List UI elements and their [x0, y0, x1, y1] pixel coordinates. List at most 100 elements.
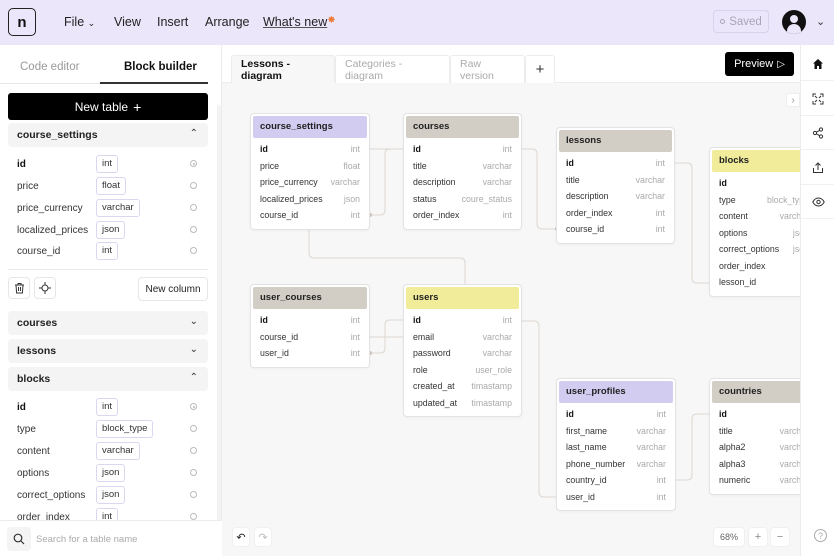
field-type-select[interactable]: float: [96, 177, 126, 195]
table-field-row[interactable]: type block_type: [712, 192, 800, 209]
field-type-select[interactable]: json: [96, 486, 126, 504]
table-field-row[interactable]: course_id int: [253, 329, 367, 346]
zoom-in-button[interactable]: +: [748, 527, 768, 547]
table-field-row[interactable]: order_indexint: [406, 207, 519, 224]
table-field-row[interactable]: course_id int: [253, 207, 367, 224]
accordion-course-settings[interactable]: course_settings ⌃: [8, 123, 208, 147]
table-field-row[interactable]: first_name varchar: [559, 423, 673, 440]
table-field-row[interactable]: phone_number varchar: [559, 456, 673, 473]
table-field-row[interactable]: alpha3 varchar: [712, 456, 800, 473]
share-button[interactable]: [801, 116, 834, 150]
menu-file[interactable]: File ⌄: [64, 15, 95, 29]
table-field-row[interactable]: title varchar: [559, 172, 672, 189]
field-type-select[interactable]: block_type: [96, 420, 154, 438]
table-field-row[interactable]: order_indexint: [559, 205, 672, 222]
table-header[interactable]: lessons: [559, 130, 672, 152]
table-field-row[interactable]: title varchar: [406, 158, 519, 175]
help-icon[interactable]: ?: [814, 529, 827, 542]
tab-lessons-diagram[interactable]: Lessons - diagram: [231, 55, 335, 83]
accordion-blocks[interactable]: blocks ⌃: [8, 367, 208, 391]
new-table-button[interactable]: New table +: [8, 93, 208, 120]
field-type-select[interactable]: json: [96, 464, 126, 482]
field-type-select[interactable]: json: [96, 221, 126, 239]
table-field-row[interactable]: idint: [712, 175, 800, 192]
table-field-row[interactable]: updated_at timastamp: [406, 395, 519, 412]
table-course-settings[interactable]: course_settingsid int price float price_curr…: [250, 113, 370, 230]
primary-key-radio[interactable]: [190, 469, 197, 476]
chevron-right-icon[interactable]: ›: [786, 93, 800, 107]
left-panel-scrollbar[interactable]: [217, 105, 221, 525]
accordion-courses[interactable]: courses ⌄: [8, 311, 208, 335]
search-button[interactable]: [7, 527, 31, 551]
menu-whats-new[interactable]: What's new✸: [263, 15, 336, 29]
table-courses[interactable]: courses id int title varchar description varch…: [403, 113, 522, 230]
menu-view[interactable]: View: [114, 15, 141, 29]
field-type-select[interactable]: varchar: [96, 199, 140, 217]
table-header[interactable]: courses: [406, 116, 519, 138]
table-field-row[interactable]: idint: [712, 406, 800, 423]
locate-table-button[interactable]: [34, 277, 56, 299]
table-field-row[interactable]: localized_prices json: [253, 191, 367, 208]
table-users[interactable]: users id int email varchar password varchar rol…: [403, 284, 522, 417]
tab-block-builder[interactable]: Block builder: [124, 61, 197, 73]
fit-screen-button[interactable]: [801, 82, 834, 116]
table-lessons[interactable]: lessons id int title varchar description varch…: [556, 127, 675, 244]
preview-eye-button[interactable]: [801, 185, 834, 219]
primary-key-radio[interactable]: [190, 513, 197, 520]
export-button[interactable]: [801, 151, 834, 185]
table-field-row[interactable]: created_at timastamp: [406, 378, 519, 395]
field-type-select[interactable]: int: [96, 242, 119, 260]
table-field-row[interactable]: idint: [253, 141, 367, 158]
table-field-row[interactable]: idint: [559, 155, 672, 172]
primary-key-radio[interactable]: [190, 226, 197, 233]
table-field-row[interactable]: country_id int: [559, 472, 673, 489]
menu-insert[interactable]: Insert: [157, 15, 188, 29]
table-field-row[interactable]: correct_options json: [712, 241, 800, 258]
table-field-row[interactable]: price float: [253, 158, 367, 175]
table-header[interactable]: blocks: [712, 150, 800, 172]
field-type-select[interactable]: int: [96, 508, 119, 520]
table-header[interactable]: course_settings: [253, 116, 367, 138]
primary-key-radio[interactable]: [190, 425, 197, 432]
primary-key-radio[interactable]: [190, 447, 197, 454]
table-field-row[interactable]: password varchar: [406, 345, 519, 362]
field-type-select[interactable]: int: [96, 155, 119, 173]
primary-key-radio[interactable]: [190, 403, 197, 410]
table-field-row[interactable]: alpha2 varchar: [712, 439, 800, 456]
table-field-row[interactable]: price_currency varchar: [253, 174, 367, 191]
table-field-row[interactable]: content varchar: [712, 208, 800, 225]
redo-button[interactable]: ↷: [254, 527, 272, 547]
table-field-row[interactable]: last_name varchar: [559, 439, 673, 456]
table-field-row[interactable]: idint: [559, 406, 673, 423]
table-header[interactable]: users: [406, 287, 519, 309]
table-field-row[interactable]: title varchar: [712, 423, 800, 440]
table-field-row[interactable]: numeric varchar: [712, 472, 800, 489]
diagram-canvas[interactable]: course_settings id int price float price_curr…: [222, 83, 800, 556]
tab-code-editor[interactable]: Code editor: [20, 61, 79, 73]
primary-key-radio[interactable]: [190, 247, 197, 254]
table-countries[interactable]: countries idinttitlevarcharalpha2varchara…: [709, 378, 800, 495]
field-type-select[interactable]: varchar: [96, 442, 140, 460]
new-column-button[interactable]: New column: [138, 277, 208, 301]
table-field-row[interactable]: status coure_status: [406, 191, 519, 208]
preview-button[interactable]: Preview ▷: [725, 52, 794, 76]
menu-arrange[interactable]: Arrange: [205, 15, 249, 29]
table-field-row[interactable]: order_indexint: [712, 258, 800, 275]
table-field-row[interactable]: idint: [406, 312, 519, 329]
add-tab-button[interactable]: +: [525, 55, 555, 83]
table-field-row[interactable]: description varchar: [559, 188, 672, 205]
table-header[interactable]: user_profiles: [559, 381, 673, 403]
accordion-lessons[interactable]: lessons ⌄: [8, 339, 208, 363]
primary-key-radio[interactable]: [190, 182, 197, 189]
table-field-row[interactable]: idint: [406, 141, 519, 158]
table-field-row[interactable]: description varchar: [406, 174, 519, 191]
table-field-row[interactable]: user_id int: [253, 345, 367, 362]
table-field-row[interactable]: options json: [712, 225, 800, 242]
primary-key-radio[interactable]: [190, 491, 197, 498]
tab-raw-version[interactable]: Raw version: [450, 55, 525, 83]
zoom-out-button[interactable]: −: [770, 527, 790, 547]
table-header[interactable]: countries: [712, 381, 800, 403]
table-search-input[interactable]: [36, 529, 206, 549]
table-field-row[interactable]: user_id int: [559, 489, 673, 506]
field-type-select[interactable]: int: [96, 398, 119, 416]
